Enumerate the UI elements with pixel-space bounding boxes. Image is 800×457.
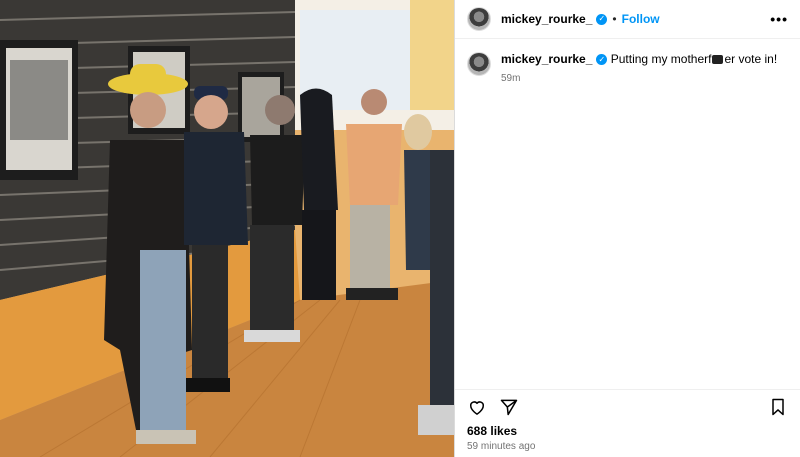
post-side-panel: mickey_rourke_ ✓ • Follow ••• mickey_rou… — [454, 0, 800, 457]
post-header: mickey_rourke_ ✓ • Follow ••• — [455, 0, 800, 39]
caption-username[interactable]: mickey_rourke_ — [501, 52, 592, 66]
avatar[interactable] — [467, 7, 491, 31]
caption-text-end: er vote in! — [724, 52, 778, 66]
post-caption: mickey_rourke_ ✓ Putting my motherf er vot… — [455, 39, 800, 87]
separator-dot: • — [612, 12, 617, 26]
caption-avatar[interactable] — [467, 52, 491, 76]
bookmark-icon[interactable] — [768, 397, 788, 417]
post-footer: 688 likes 59 minutes ago — [455, 389, 800, 457]
verified-badge-icon: ✓ — [596, 54, 608, 66]
photo-illustration — [0, 0, 454, 457]
post-timestamp[interactable]: 59 minutes ago — [467, 441, 788, 452]
caption-timestamp[interactable]: 59m — [501, 71, 777, 87]
post-photo[interactable] — [0, 0, 454, 457]
send-icon[interactable] — [499, 397, 519, 417]
follow-button[interactable]: Follow — [622, 12, 660, 26]
author-username[interactable]: mickey_rourke_ — [501, 12, 592, 26]
verified-badge-icon: ✓ — [596, 13, 608, 25]
heart-icon[interactable] — [467, 397, 487, 417]
instagram-post: mickey_rourke_ ✓ • Follow ••• mickey_rou… — [0, 0, 800, 457]
caption-text-start: Putting my motherf — [610, 52, 712, 66]
action-bar — [467, 390, 788, 424]
more-options-icon[interactable]: ••• — [770, 11, 788, 27]
censor-mark — [712, 55, 724, 64]
like-count[interactable]: 688 likes — [467, 424, 788, 438]
caption-body: mickey_rourke_ ✓ Putting my motherf er vot… — [501, 51, 777, 87]
